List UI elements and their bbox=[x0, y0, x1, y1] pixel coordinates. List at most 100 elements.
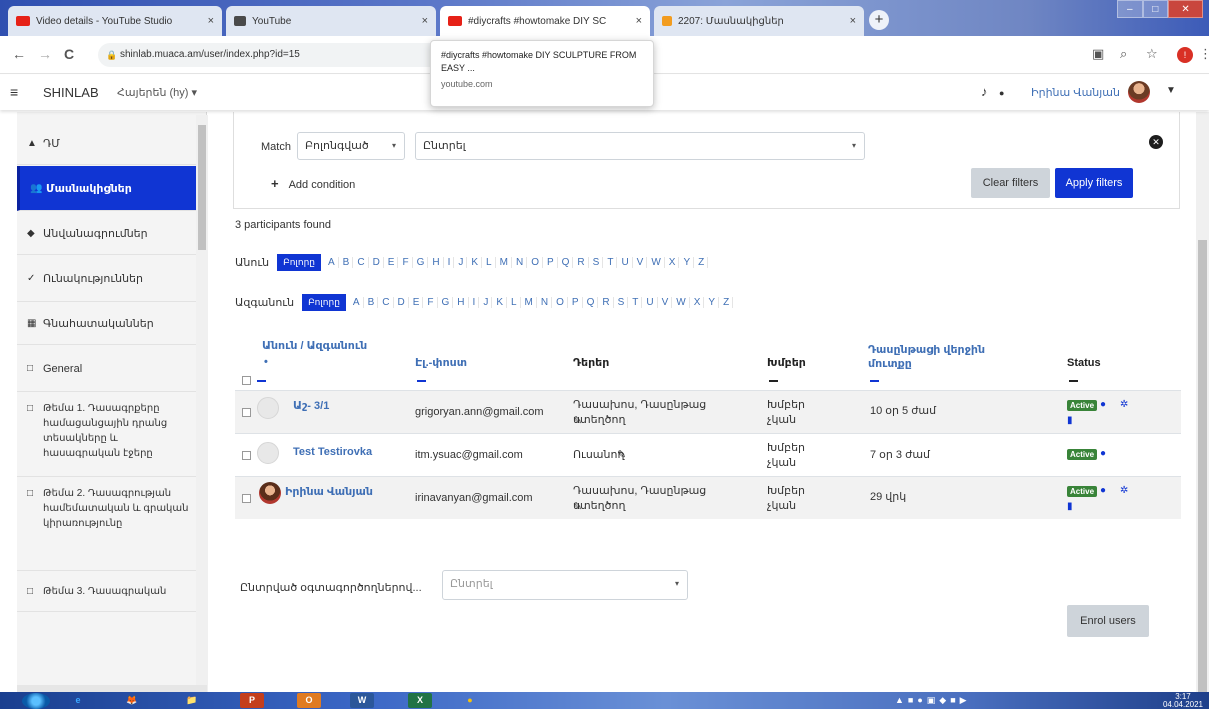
initial-letter-m[interactable]: M bbox=[497, 256, 512, 268]
close-tab-icon[interactable]: × bbox=[422, 15, 428, 27]
messages-icon[interactable]: ● bbox=[999, 88, 1004, 98]
bulk-action-select[interactable]: Ընտրել ▾ bbox=[442, 570, 688, 600]
initial-letter-h[interactable]: H bbox=[429, 256, 444, 268]
initial-letter-z[interactable]: Z bbox=[695, 256, 709, 268]
new-tab-button[interactable]: + bbox=[869, 10, 889, 30]
back-icon[interactable]: ← bbox=[12, 46, 26, 62]
drawer-item-topic-1[interactable]: □ Թեմա 1. Դասագրքերը համացանցային դրանց … bbox=[17, 393, 206, 477]
initial-letter-d[interactable]: D bbox=[395, 296, 409, 308]
initial-letter-p[interactable]: P bbox=[569, 296, 583, 308]
initial-letter-o[interactable]: O bbox=[528, 256, 543, 268]
initial-letter-n[interactable]: N bbox=[538, 296, 553, 308]
browser-tab[interactable]: Video details - YouTube Studio × bbox=[8, 6, 222, 36]
initial-letter-w[interactable]: W bbox=[648, 256, 665, 268]
close-tab-icon[interactable]: × bbox=[208, 15, 214, 27]
initial-letter-a[interactable]: A bbox=[325, 256, 339, 268]
initial-letter-s[interactable]: S bbox=[590, 256, 604, 268]
add-condition-button[interactable]: + Add condition bbox=[271, 176, 355, 191]
row-checkbox[interactable] bbox=[242, 451, 251, 460]
page-scroll-thumb[interactable] bbox=[1198, 240, 1207, 695]
close-tab-icon[interactable]: × bbox=[850, 15, 856, 27]
system-tray[interactable]: ▲■●▣◆■▶ bbox=[895, 695, 971, 706]
initial-letter-m[interactable]: M bbox=[522, 296, 537, 308]
browser-menu-icon[interactable]: ⋮ bbox=[1199, 46, 1209, 62]
initial-letter-k[interactable]: K bbox=[493, 296, 507, 308]
enrol-users-button[interactable]: Enrol users bbox=[1067, 605, 1149, 637]
initial-letter-u[interactable]: U bbox=[618, 256, 633, 268]
drawer-item-participants[interactable]: 👥 Մասնակիցներ bbox=[17, 166, 206, 211]
initial-letter-v[interactable]: V bbox=[659, 296, 673, 308]
chrome-icon[interactable]: ● bbox=[458, 693, 482, 708]
clear-filters-button[interactable]: Clear filters bbox=[971, 168, 1050, 198]
notifications-icon[interactable]: ♪ bbox=[981, 84, 988, 99]
initial-letter-x[interactable]: X bbox=[691, 296, 705, 308]
initial-letter-b[interactable]: B bbox=[340, 256, 354, 268]
initial-letter-l[interactable]: L bbox=[508, 296, 521, 308]
column-header-name[interactable]: Անուն / Ազգանուն bbox=[262, 339, 367, 353]
initial-letter-o[interactable]: O bbox=[553, 296, 568, 308]
info-icon[interactable]: ● bbox=[1100, 448, 1106, 459]
drawer-item-topic-3[interactable]: □ Թեմա 3. Դասագրական bbox=[17, 572, 206, 612]
url-field[interactable]: 🔒 shinlab.muaca.am/user/index.php?id=15 bbox=[98, 43, 443, 67]
initial-letter-g[interactable]: G bbox=[439, 296, 454, 308]
initial-letter-c[interactable]: C bbox=[354, 256, 369, 268]
edit-roles-icon[interactable]: ✎ bbox=[573, 500, 582, 515]
initial-letter-b[interactable]: B bbox=[365, 296, 379, 308]
info-icon[interactable]: ● bbox=[1100, 485, 1106, 496]
reload-icon[interactable]: C bbox=[64, 46, 74, 62]
apply-filters-button[interactable]: Apply filters bbox=[1055, 168, 1133, 198]
initial-letter-p[interactable]: P bbox=[544, 256, 558, 268]
match-select[interactable]: Բոլոնգված ▾ bbox=[297, 132, 405, 160]
drawer-item-general[interactable]: □ General bbox=[17, 346, 206, 392]
drawer-item-badges[interactable]: ◆ Անվանագրումներ bbox=[17, 212, 206, 255]
initial-letter-v[interactable]: V bbox=[634, 256, 648, 268]
forward-icon[interactable]: → bbox=[38, 46, 52, 62]
edit-roles-icon[interactable]: ✎ bbox=[617, 448, 626, 463]
translate-icon[interactable]: ▣ bbox=[1092, 46, 1104, 62]
initial-letter-d[interactable]: D bbox=[370, 256, 384, 268]
browser-tab[interactable]: YouTube × bbox=[226, 6, 436, 36]
trash-icon[interactable]: ▮ bbox=[1067, 501, 1073, 512]
browser-tab[interactable]: 2207: Մասնակիցներ × bbox=[654, 6, 864, 36]
initial-letter-s[interactable]: S bbox=[615, 296, 629, 308]
chevron-down-icon[interactable]: ▼ bbox=[1166, 85, 1176, 96]
explorer-icon[interactable]: 📁 bbox=[180, 693, 204, 708]
minimize-icon[interactable]: – bbox=[1117, 0, 1143, 18]
initial-letter-y[interactable]: Y bbox=[680, 256, 695, 268]
initial-letter-q[interactable]: Q bbox=[584, 296, 599, 308]
page-scrollbar[interactable] bbox=[1196, 112, 1209, 695]
initial-letter-y[interactable]: Y bbox=[705, 296, 720, 308]
drawer-item-grades[interactable]: ▦ Գնահատականներ bbox=[17, 303, 206, 345]
initial-letter-r[interactable]: R bbox=[574, 256, 589, 268]
initial-letter-e[interactable]: E bbox=[410, 296, 424, 308]
initial-letter-l[interactable]: L bbox=[483, 256, 496, 268]
user-menu-name[interactable]: Իրինա Վանյան bbox=[1031, 86, 1120, 99]
remove-condition-icon[interactable]: ✕ bbox=[1149, 135, 1163, 149]
initial-letter-z[interactable]: Z bbox=[720, 296, 734, 308]
initial-all-button[interactable]: Բոլորը bbox=[302, 293, 346, 311]
trash-icon[interactable]: ▮ bbox=[1067, 415, 1073, 426]
initial-letter-u[interactable]: U bbox=[643, 296, 658, 308]
word-icon[interactable]: W bbox=[350, 693, 374, 708]
site-brand[interactable]: SHINLAB bbox=[43, 85, 99, 100]
row-checkbox[interactable] bbox=[242, 494, 251, 503]
participant-name[interactable]: Test Testirovka bbox=[293, 445, 372, 460]
initial-letter-w[interactable]: W bbox=[673, 296, 690, 308]
ie-icon[interactable]: e bbox=[66, 693, 90, 708]
condition-select[interactable]: Ընտրել ▾ bbox=[415, 132, 865, 160]
column-header-last-access[interactable]: Դասընթացի վերջին մուտքը bbox=[868, 343, 1028, 371]
drawer-scroll-thumb[interactable] bbox=[198, 125, 206, 250]
initial-letter-t[interactable]: T bbox=[629, 296, 643, 308]
gear-icon[interactable]: ✲ bbox=[1120, 399, 1128, 410]
taskbar-clock[interactable]: 3:17 04.04.2021 bbox=[1163, 693, 1203, 709]
start-button[interactable] bbox=[22, 693, 50, 709]
row-checkbox[interactable] bbox=[242, 408, 251, 417]
close-tab-icon[interactable]: × bbox=[636, 15, 642, 27]
initial-letter-g[interactable]: G bbox=[414, 256, 429, 268]
select-all-checkbox[interactable] bbox=[242, 376, 251, 385]
drawer-item-course[interactable]: ▲ ԴՄ bbox=[17, 122, 206, 165]
maximize-icon[interactable]: □ bbox=[1142, 0, 1169, 18]
initial-letter-n[interactable]: N bbox=[513, 256, 528, 268]
initial-letter-j[interactable]: J bbox=[480, 296, 493, 308]
initial-letter-f[interactable]: F bbox=[424, 296, 438, 308]
